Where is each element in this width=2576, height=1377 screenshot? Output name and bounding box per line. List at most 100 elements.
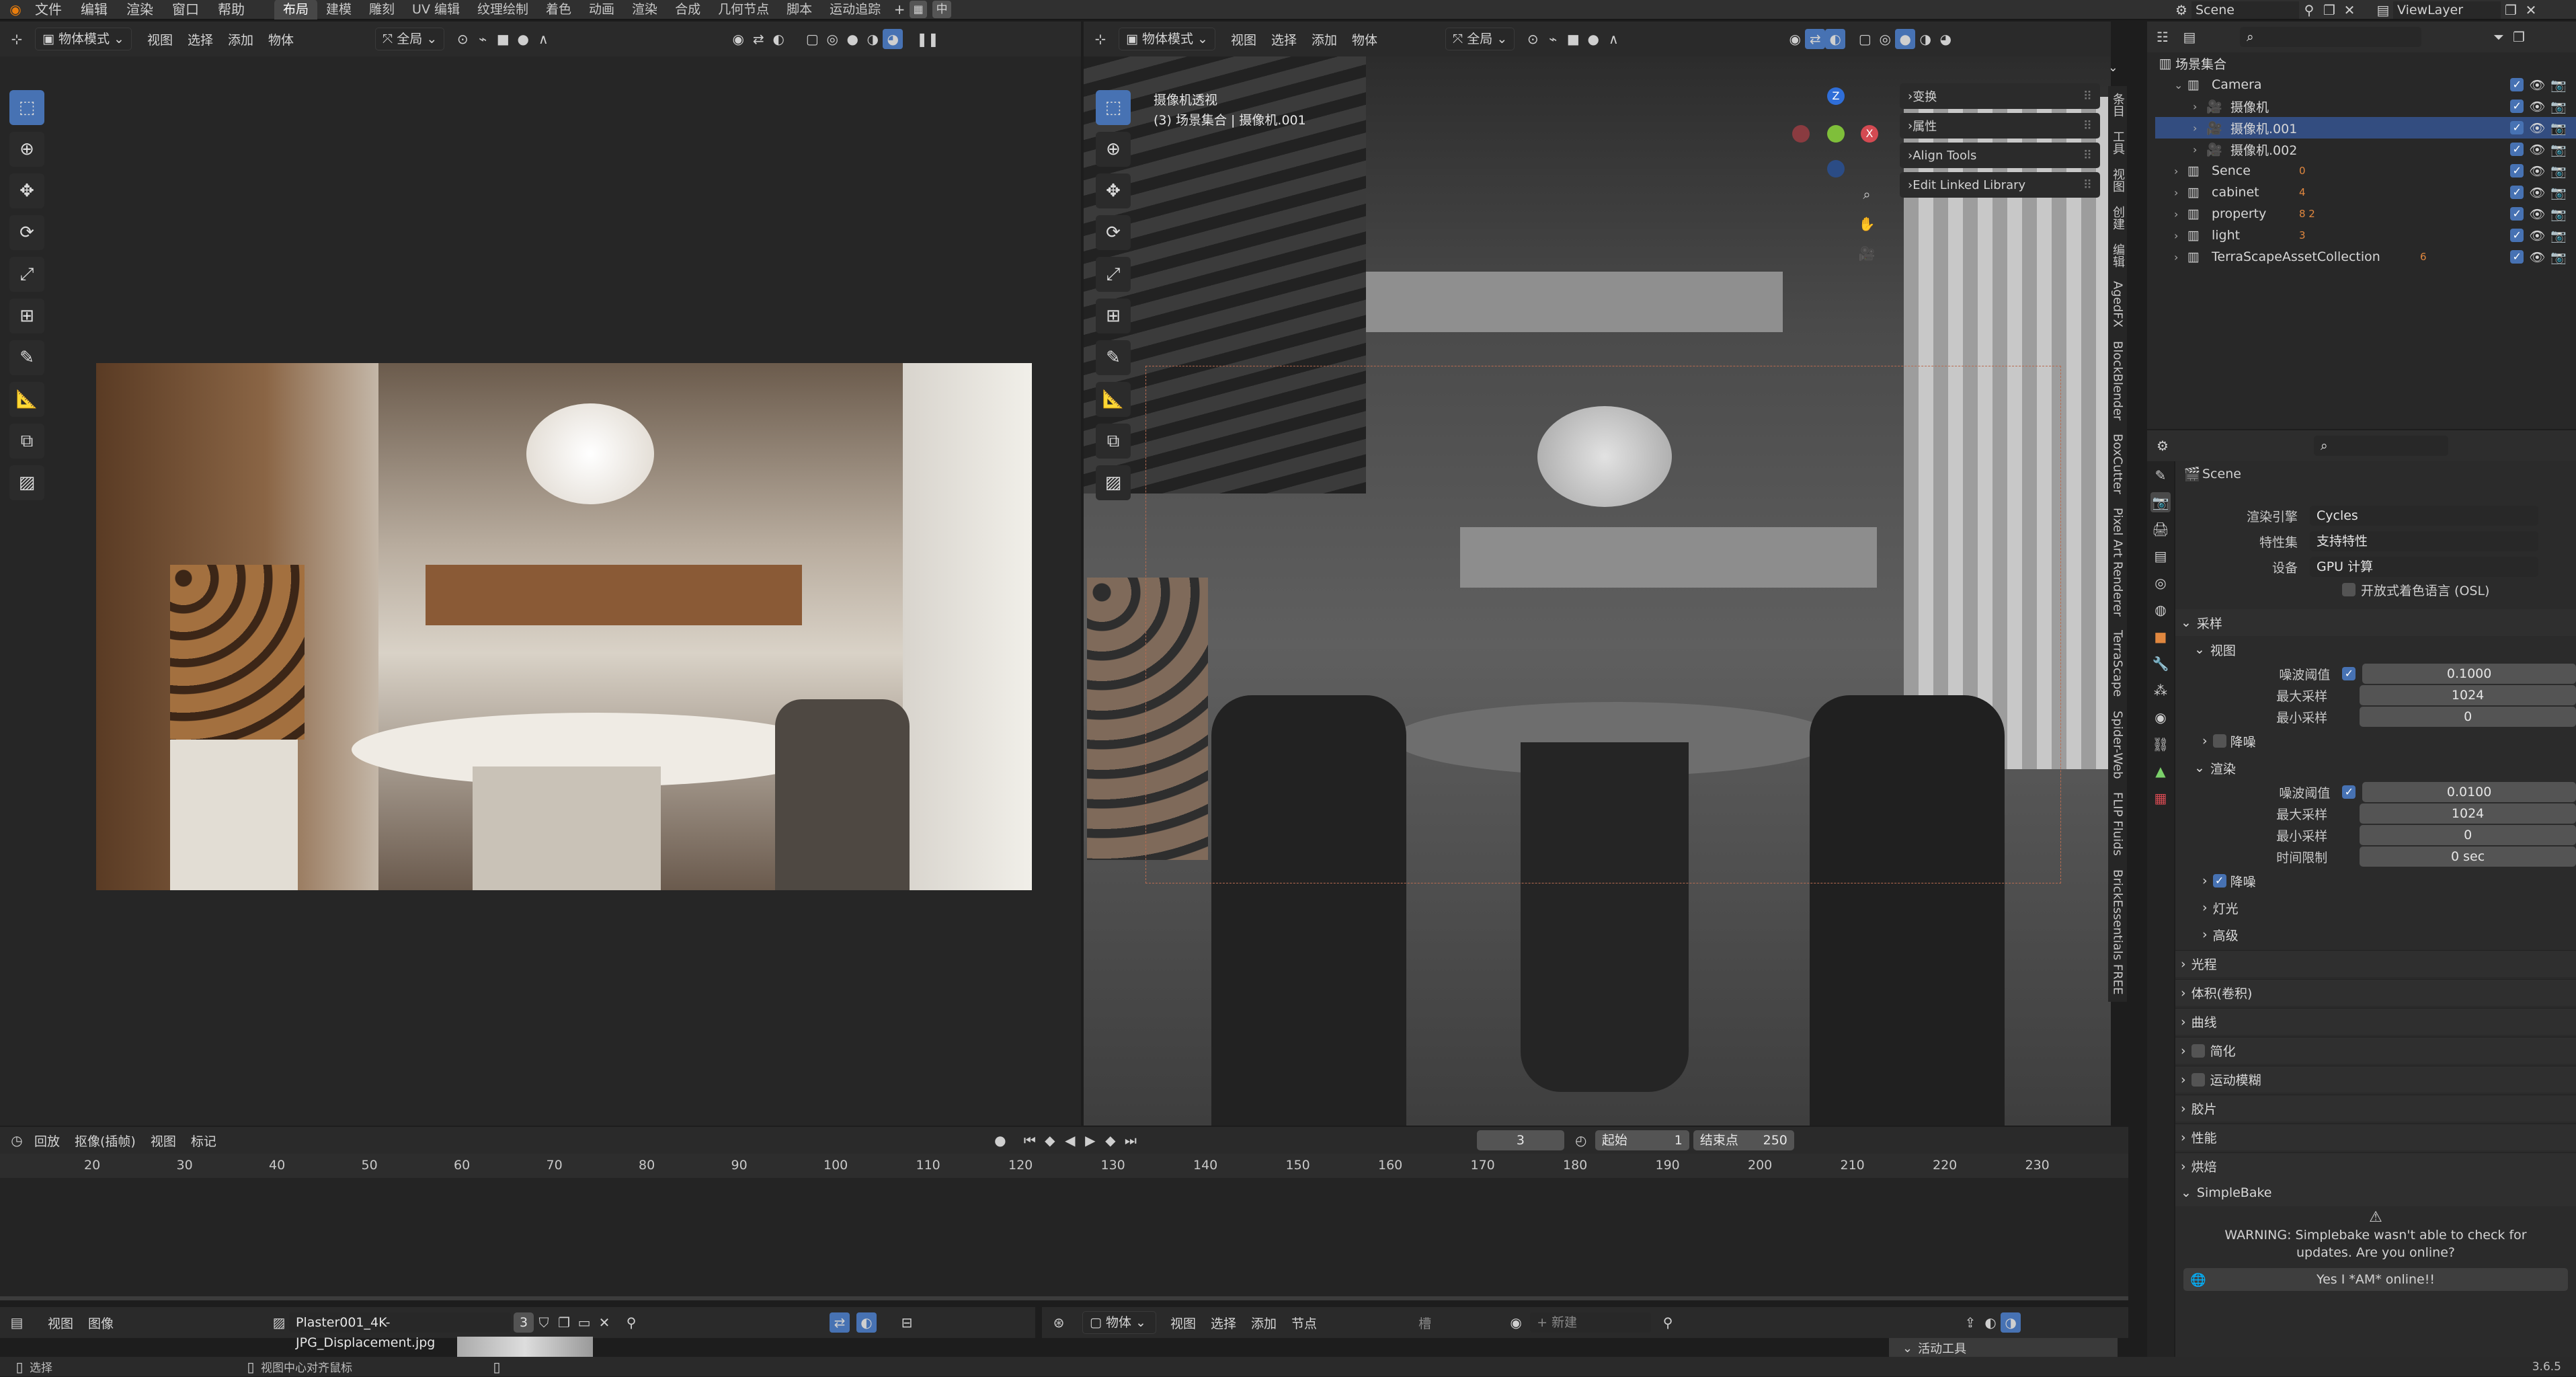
add-workspace-icon[interactable]: + [889,0,910,19]
drag-handle-icon[interactable]: ⠿ [2083,89,2092,104]
material-shading-icon[interactable]: ◑ [1915,29,1935,49]
left-transform-select[interactable]: ⤧ 全局 ⌄ [375,28,445,50]
pivot-icon[interactable]: ⊙ [452,29,473,49]
device-select[interactable]: GPU 计算 [2310,557,2538,577]
outliner-item[interactable]: › 🎥 摄像机 ✓ 👁 📷 [2155,95,2576,117]
npanel-section[interactable]: › Align Tools ⠿ [1900,143,2100,168]
wireframe-shading-icon[interactable]: ◎ [822,29,842,49]
editor-menu-item[interactable]: 视图 [40,1314,81,1332]
right-viewport[interactable] [1084,56,2111,1126]
viewport-subsection[interactable]: 视图 [2210,641,2236,659]
particles-tab-icon[interactable]: ⁂ [2150,680,2171,701]
uv-sync-icon[interactable]: ⇄ [830,1312,850,1333]
physics-tab-icon[interactable]: ◉ [2150,707,2171,727]
include-checkbox[interactable]: ✓ [2510,250,2524,264]
node-object-select[interactable]: ▢ 物体 ⌄ [1082,1311,1156,1334]
render-visibility-icon[interactable]: 📷 [2550,77,2567,93]
gizmo-neg-z[interactable] [1827,160,1845,178]
expand-chevron-icon[interactable]: › [2174,251,2187,264]
render-engine-select[interactable]: Cycles [2310,506,2538,526]
display-channels-icon[interactable]: ⊟ [897,1312,917,1333]
texture-tab-icon[interactable]: ▦ [2150,788,2171,808]
outliner-item[interactable]: ⌄ ▥ Camera ✓ 👁 📷 [2155,74,2576,95]
vp-denoise-checkbox[interactable] [2212,734,2226,748]
eye-icon[interactable]: 👁 [2529,120,2545,136]
properties-section[interactable]: › 曲线 [2175,1008,2576,1035]
workspace-tab[interactable]: 合成 [666,0,709,19]
material-shading-icon[interactable]: ◑ [862,29,883,49]
npanel-section[interactable]: › Edit Linked Library ⠿ [1900,172,2100,198]
include-checkbox[interactable]: ✓ [2510,78,2524,91]
image-browse-icon[interactable]: ▨ [269,1312,289,1333]
eye-icon[interactable]: 👁 [2529,228,2545,243]
image-tool-icon[interactable]: ▨ [1096,465,1131,500]
new-material-button[interactable]: + 新建 [1530,1312,1652,1333]
output-tab-icon[interactable]: 🖨 [2150,519,2171,539]
view-menu-item[interactable]: 添加 [220,30,261,48]
outliner-item[interactable]: › ▥ cabinet 4 ✓ 👁 📷 [2155,182,2576,203]
world-tab-icon[interactable]: ◍ [2150,600,2171,620]
vp-denoise-label[interactable]: 降噪 [2230,732,2256,750]
expand-chevron-icon[interactable]: › [2174,186,2187,199]
gizmo-z-axis[interactable]: Z [1827,87,1845,105]
sidebar-tab[interactable]: BrickEssentials FREE [2111,863,2125,1001]
object-tab-icon[interactable]: ■ [2150,627,2171,647]
include-checkbox[interactable]: ✓ [2510,164,2524,178]
overlay-icon[interactable]: ◐ [1825,29,1846,49]
language-badge[interactable]: 中 [932,1,952,18]
view-menu-item[interactable]: 选择 [1264,30,1304,48]
simplebake-section[interactable]: SimpleBake [2197,1185,2272,1200]
r-noise-field[interactable]: 0.0100 [2362,782,2576,802]
include-checkbox[interactable]: ✓ [2510,207,2524,221]
image-name-field[interactable]: Plaster001_4K-JPG_Displacement.jpg [289,1312,512,1350]
view-menu-item[interactable]: 添加 [1304,30,1344,48]
view-menu-item[interactable]: 物体 [1344,30,1385,48]
right-mode-select[interactable]: ▣ 物体模式 ⌄ [1119,28,1215,50]
timeline-area[interactable] [0,1154,2128,1300]
snap-icon[interactable]: ⇪ [1960,1312,1980,1333]
node-editor-icon[interactable]: ⊛ [1049,1312,1069,1333]
eye-icon[interactable]: 👁 [2529,163,2545,179]
record-icon[interactable]: ● [990,1130,1010,1150]
editor-menu-item[interactable]: 回放 [27,1132,67,1150]
cursor-tool-icon[interactable]: ⊕ [1096,132,1131,167]
select-box-tool-icon[interactable]: ⬚ [1096,90,1131,125]
include-checkbox[interactable]: ✓ [2510,186,2524,199]
scene-name[interactable]: Scene [2191,1,2299,19]
outliner-item[interactable]: › 🎥 摄像机.001 ✓ 👁 📷 [2155,117,2576,139]
solid-shading-icon[interactable]: ● [1895,29,1916,49]
editor-menu-item[interactable]: 视图 [1163,1314,1203,1332]
outliner-search[interactable]: ⌕ [2240,27,2421,47]
editor-menu-item[interactable]: 节点 [1284,1314,1324,1332]
annotate-tool-icon[interactable]: ✎ [1096,340,1131,375]
properties-section[interactable]: › 体积(卷积) [2175,979,2576,1006]
pan-hand-icon[interactable]: ✋ [1857,214,1877,234]
sidebar-tab[interactable]: 工具 [2109,124,2126,161]
falloff-icon[interactable]: ∧ [1603,29,1623,49]
grid-icon[interactable]: ▦ [910,1,928,18]
timeline-editor-icon[interactable]: ◷ [7,1130,27,1150]
overlay-icon[interactable]: ◐ [856,1312,877,1333]
rendered-shading-icon[interactable]: ◕ [883,29,903,49]
active-tool-panel[interactable]: ⌄ 活动工具 [1889,1338,2118,1358]
include-checkbox[interactable]: ✓ [2510,100,2524,113]
eye-icon[interactable]: 👁 [2529,99,2545,114]
editor-type-icon[interactable]: ⊹ [1090,29,1111,49]
duplicate-image-icon[interactable]: ❐ [554,1312,574,1333]
wireframe-shading-icon[interactable]: ◎ [1875,29,1895,49]
pin-icon[interactable]: ⚲ [621,1312,641,1333]
render-tab-icon[interactable]: 📷 [2150,492,2171,512]
snap-icon[interactable]: ⌁ [1543,29,1563,49]
move-tool-icon[interactable]: ✥ [1096,173,1131,208]
lights-subsection[interactable]: 灯光 [2213,899,2239,917]
cursor-tool-icon[interactable]: ⊕ [9,132,44,167]
editor-menu-item[interactable]: 添加 [1244,1314,1284,1332]
sidebar-tab[interactable]: 视图 [2109,161,2126,199]
sidebar-tab[interactable]: 条目 [2109,86,2126,124]
timeline-ruler[interactable] [0,1154,2128,1178]
view-menu-item[interactable]: 视图 [1223,30,1264,48]
menu-item[interactable]: 文件 [26,0,71,19]
select-box-tool-icon[interactable]: ⬚ [9,90,44,125]
measure-tool-icon[interactable]: 📐 [1096,382,1131,417]
properties-search[interactable]: ⌕ [2314,436,2448,456]
